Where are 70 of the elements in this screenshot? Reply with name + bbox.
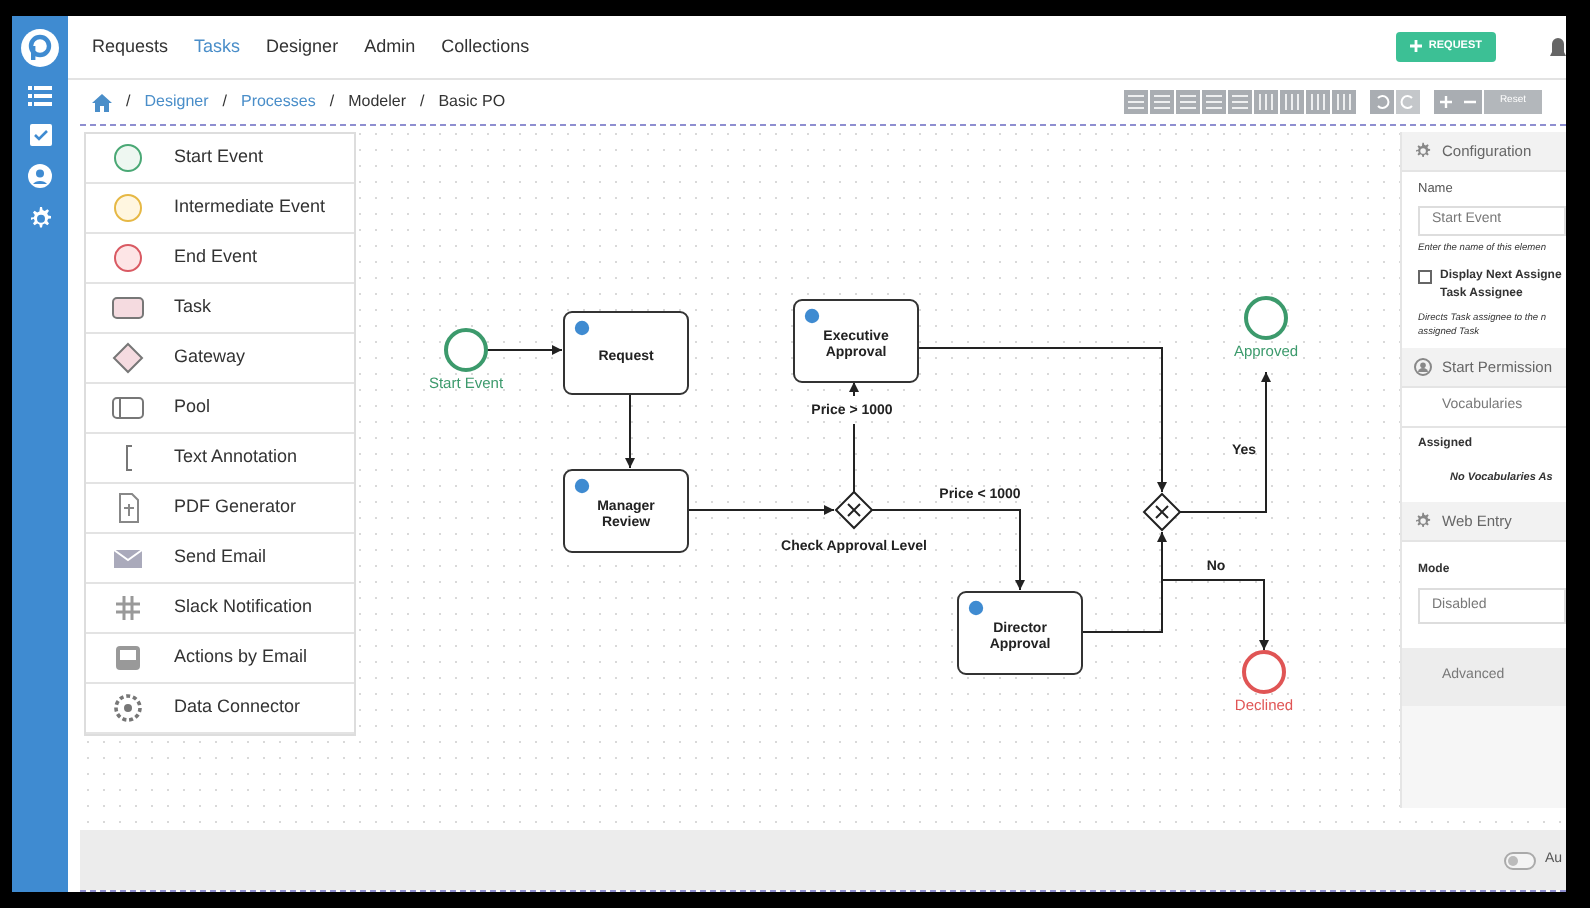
checkbox[interactable] <box>1418 269 1432 284</box>
palette-item[interactable]: End Event <box>174 244 258 272</box>
flow-arrow <box>625 393 635 469</box>
gateway-node[interactable] <box>1142 492 1182 532</box>
pool-icon <box>110 392 146 424</box>
task-node[interactable] <box>793 299 919 383</box>
task-node[interactable] <box>563 311 689 395</box>
end-event[interactable] <box>1244 296 1288 340</box>
bell-icon[interactable] <box>1550 35 1566 59</box>
flow-arrow <box>1079 531 1167 633</box>
task-node[interactable] <box>957 591 1083 675</box>
nav-tab[interactable]: Designer <box>266 33 339 61</box>
logo-icon[interactable] <box>20 28 60 68</box>
bracket-icon <box>123 444 133 472</box>
palette-item[interactable]: Task <box>174 294 212 322</box>
flow-arrow <box>1179 371 1271 513</box>
align-icon[interactable] <box>1123 90 1148 114</box>
user-icon[interactable] <box>28 164 52 188</box>
checkbox-icon[interactable] <box>29 124 51 146</box>
plus-icon <box>1410 39 1423 52</box>
nav-tab[interactable]: Admin <box>364 33 416 61</box>
undo-icon[interactable] <box>1369 90 1394 114</box>
hash-icon <box>110 592 146 624</box>
palette-item[interactable]: Data Connector <box>174 694 301 722</box>
palette-item[interactable]: Actions by Email <box>174 644 308 672</box>
flow-arrow <box>849 381 859 493</box>
breadcrumb-separator: / <box>222 90 227 114</box>
breadcrumb-item: Basic PO <box>438 90 506 114</box>
circle-icon <box>110 142 146 174</box>
flow-arrow <box>485 345 563 355</box>
palette-item[interactable]: PDF Generator <box>174 494 297 522</box>
align-icon[interactable] <box>1279 90 1304 114</box>
breadcrumb-separator: / <box>419 90 425 114</box>
align-icon[interactable] <box>1149 90 1174 114</box>
align-icon[interactable] <box>1305 90 1330 114</box>
circle-icon <box>110 192 146 224</box>
nav-tab[interactable]: Requests <box>92 33 169 61</box>
flow-arrow <box>1161 579 1269 651</box>
nav-tab[interactable]: Tasks <box>194 33 241 61</box>
end-event[interactable] <box>1242 650 1286 694</box>
zoom-buttons-icon[interactable] <box>1433 90 1482 114</box>
breadcrumb-link[interactable]: Processes <box>240 90 316 114</box>
align-icon[interactable] <box>1253 90 1278 114</box>
toggle-switch[interactable] <box>1504 851 1537 869</box>
align-icon[interactable] <box>1331 90 1356 114</box>
diamond-icon <box>110 342 146 374</box>
palette-item[interactable]: Start Event <box>174 144 264 172</box>
settings-icon[interactable] <box>27 206 53 232</box>
align-icon[interactable] <box>1201 90 1226 114</box>
rectangle-icon <box>110 292 146 324</box>
palette-item[interactable]: Slack Notification <box>174 594 313 622</box>
nav-tab[interactable]: Collections <box>441 33 530 61</box>
breadcrumb-separator: / <box>329 90 335 114</box>
breadcrumb-separator: / <box>126 90 131 114</box>
list-icon[interactable] <box>28 86 52 106</box>
breadcrumb-item: Modeler <box>348 90 406 114</box>
task-node[interactable] <box>563 469 689 553</box>
circle-icon <box>110 242 146 274</box>
palette-item[interactable]: Gateway <box>174 344 246 372</box>
align-icon[interactable] <box>1227 90 1252 114</box>
breadcrumb-link[interactable]: Designer <box>144 90 209 114</box>
palette-item[interactable]: Intermediate Event <box>174 194 326 222</box>
palette-item[interactable]: Send Email <box>174 544 267 572</box>
align-icon[interactable] <box>1175 90 1200 114</box>
gateway-node[interactable] <box>834 490 874 530</box>
user-icon <box>1414 358 1432 377</box>
palette-item[interactable]: Pool <box>174 394 211 422</box>
home-icon[interactable] <box>92 93 112 111</box>
palette-item[interactable]: Text Annotation <box>174 444 298 472</box>
start-event[interactable] <box>444 328 488 372</box>
